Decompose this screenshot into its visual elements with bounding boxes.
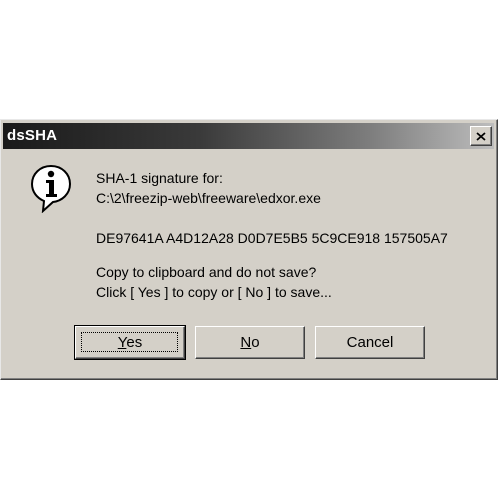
message-heading: SHA-1 signature for: — [96, 170, 223, 186]
window-title: dsSHA — [7, 127, 58, 144]
sha-dialog: dsSHA SHA-1 signature for: C:\2\freezip-… — [0, 119, 498, 380]
close-button[interactable] — [470, 126, 492, 146]
information-icon — [30, 164, 72, 213]
file-path: C:\2\freezip-web\freeware\edxor.exe — [96, 190, 321, 206]
cancel-button[interactable]: Cancel — [315, 326, 425, 359]
close-icon — [476, 131, 486, 141]
yes-button[interactable]: Yes — [74, 325, 186, 360]
cancel-button-label: Cancel — [346, 334, 394, 351]
no-button[interactable]: No — [195, 326, 305, 359]
title-bar[interactable]: dsSHA — [3, 123, 494, 149]
no-button-label: No — [240, 334, 260, 351]
instructions-text: Click [ Yes ] to copy or [ No ] to save.… — [96, 284, 332, 300]
clipboard-question: Copy to clipboard and do not save? — [96, 264, 317, 280]
sha1-signature: DE97641A A4D12A28 D0D7E5B5 5C9CE918 1575… — [96, 230, 448, 246]
focus-rectangle — [81, 332, 178, 352]
